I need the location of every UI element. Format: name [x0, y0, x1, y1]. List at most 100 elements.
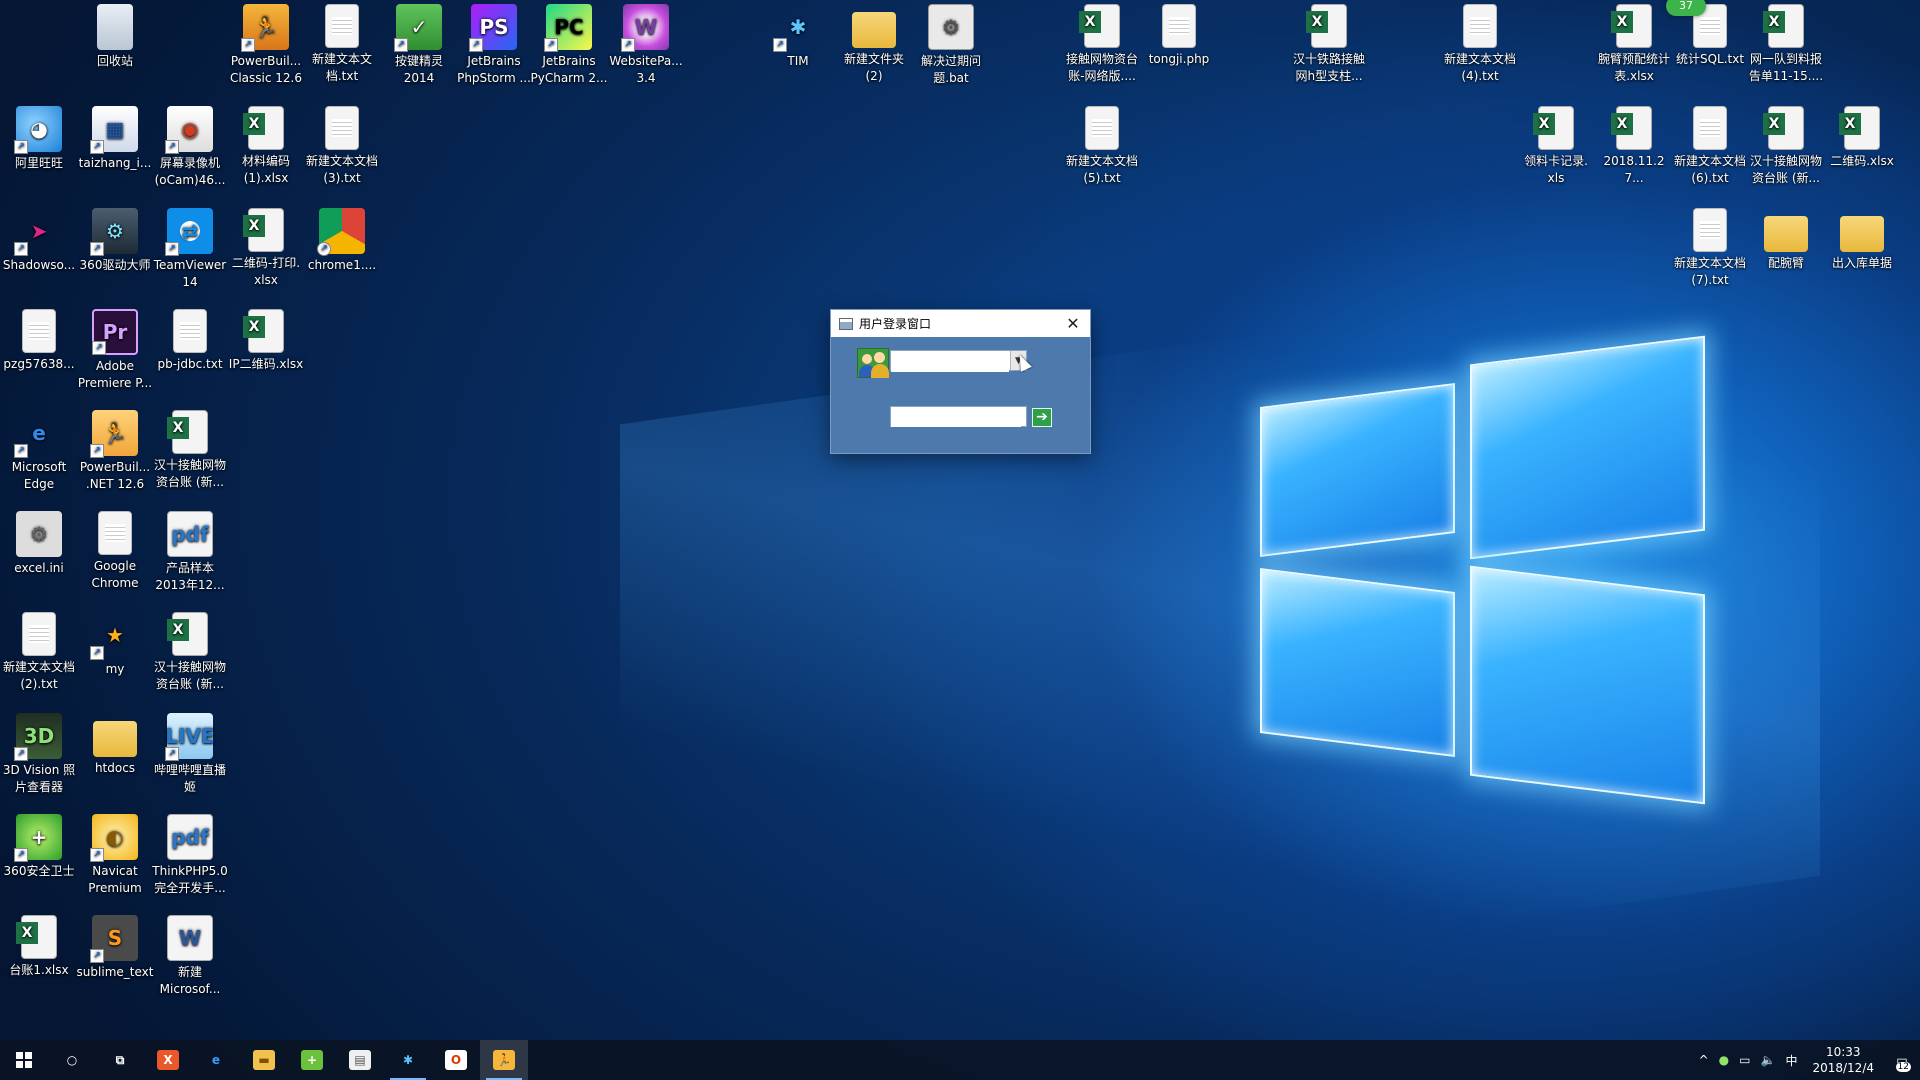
folder-icon [852, 12, 896, 48]
desktop-icon[interactable]: ⚙ excel.ini [0, 511, 78, 577]
desktop-icon[interactable]: ◕ 阿里旺旺 [0, 106, 78, 172]
desktop-icon[interactable]: 🏃PowerBuil... Classic 12.6 [227, 4, 305, 87]
desktop-icon[interactable]: 台账1.xlsx [0, 915, 78, 979]
desktop-icon[interactable]: 回收站 [76, 4, 154, 70]
close-icon[interactable]: ✕ [1056, 310, 1090, 337]
desktop-icon[interactable]: 腕臂预配统计 表.xlsx [1595, 4, 1673, 85]
desktop-icon[interactable]: 接触网物资台 账-网络版.... [1063, 4, 1141, 85]
desktop-icon[interactable]: PCJetBrains PyCharm 2... [530, 4, 608, 87]
desktop-icon[interactable]: ▦ taizhang_i... [76, 106, 154, 172]
desktop-icon[interactable]: IP二维码.xlsx [227, 309, 305, 373]
desktop-icon[interactable]: pdf ThinkPHP5.0 完全开发手... [151, 814, 229, 897]
username-input[interactable] [891, 352, 1009, 372]
text-file-icon [1085, 106, 1119, 150]
taskbar-search-button[interactable]: ○ [48, 1040, 96, 1080]
desktop-icon[interactable]: pb-jdbc.txt [151, 309, 229, 373]
start-button[interactable] [0, 1040, 48, 1080]
desktop-icon[interactable]: htdocs [76, 713, 154, 777]
desktop-icon[interactable]: ⚙ 360驱动大师 [76, 208, 154, 274]
desktop-icon[interactable]: W 新建 Microsof... [151, 915, 229, 998]
desktop-icon[interactable]: ➤ Shadowso... [0, 208, 78, 274]
desktop-icon[interactable]: 新建文本文档 (6).txt [1671, 106, 1749, 187]
tray-360-icon[interactable]: ● [1719, 1053, 1729, 1067]
wallpaper-pane [1260, 383, 1455, 557]
desktop-icon[interactable]: ✓按键精灵 2014 [380, 4, 458, 87]
taskbar-task-view-button[interactable]: ⧉ [96, 1040, 144, 1080]
tray-chevron-icon[interactable]: ^ [1699, 1053, 1709, 1067]
desktop-icon[interactable]: ◉屏幕录像机 (oCam)46... [151, 106, 229, 189]
desktop-icon[interactable]: ✱ TIM [759, 4, 837, 70]
desktop-icon[interactable]: 汉十接触网物 资台账 (新... [151, 410, 229, 491]
desktop-icon[interactable]: ⇄TeamViewer 14 [151, 208, 229, 291]
password-input[interactable] [891, 408, 1021, 427]
input-method-indicator[interactable]: 中 [1785, 1052, 1797, 1069]
desktop-icon-label: 回收站 [96, 54, 133, 68]
action-center-button[interactable]: ▭ 12 [1884, 1053, 1920, 1072]
username-combobox[interactable]: ▼ [890, 350, 1027, 372]
login-button[interactable]: ➔ [1032, 408, 1052, 427]
dialog-titlebar[interactable]: 用户登录窗口 ✕ [831, 310, 1090, 337]
taskbar-app-office[interactable]: O [432, 1040, 480, 1080]
network-icon[interactable]: ▭ [1739, 1053, 1750, 1067]
desktop-icon[interactable]: 新建文本文 档.txt [303, 4, 381, 85]
desktop-icon-label: 汉十接触网物 资台账 (新... [153, 458, 226, 489]
desktop-icon[interactable]: +360安全卫士 [0, 814, 78, 880]
desktop-icon[interactable]: WWebsitePa... 3.4 [607, 4, 685, 87]
taskbar-app-powerbuilder[interactable]: 🏃 [480, 1040, 528, 1080]
login-dialog: 用户登录窗口 ✕ ▼ ➔ [830, 309, 1091, 454]
desktop-icon[interactable]: 汉十铁路接触 网h型支柱... [1290, 4, 1368, 85]
desktop-icon[interactable]: 🏃PowerBuil... .NET 12.6 [76, 410, 154, 493]
desktop-icon[interactable]: 材料编码 (1).xlsx [227, 106, 305, 187]
bilibili-live-icon: LIVE [165, 713, 215, 761]
desktop-icon[interactable]: 汉十接触网物 资台账 (新... [1747, 106, 1825, 187]
desktop-icon[interactable]: ⚙ 解决过期问 题.bat [912, 4, 990, 87]
desktop-icon[interactable]: 新建文本文档 (4).txt [1441, 4, 1519, 85]
desktop-icon[interactable]: 汉十接触网物 资台账 (新... [151, 612, 229, 693]
desktop-icon[interactable]: 新建文本文档 (7).txt [1671, 208, 1749, 289]
desktop-icon[interactable]: 新建文本文档 (2).txt [0, 612, 78, 693]
desktop-icon-label: 汉十接触网物 资台账 (新... [153, 660, 226, 691]
clock[interactable]: 10:33 2018/12/4 [1812, 1044, 1874, 1076]
desktop-icon[interactable]: 2018.11.27... [1595, 106, 1673, 187]
desktop-icon[interactable]: chrome1.... [303, 208, 381, 274]
desktop-icon[interactable]: 新建文本文档 (5).txt [1063, 106, 1141, 187]
desktop-icon[interactable]: eMicrosoft Edge [0, 410, 78, 493]
desktop-icon[interactable]: ◐Navicat Premium [76, 814, 154, 897]
taskbar-app-tim[interactable]: ✱ [384, 1040, 432, 1080]
desktop-icon-label: PowerBuil... Classic 12.6 [229, 54, 303, 85]
desktop-icon[interactable]: pzg57638... [0, 309, 78, 373]
desktop-icon[interactable]: 二维码-打印. xlsx [227, 208, 305, 289]
taskbar-app-edge[interactable]: e [192, 1040, 240, 1080]
desktop-icon-label: 材料编码 (1).xlsx [241, 154, 290, 185]
desktop-icon-label: 二维码.xlsx [1830, 154, 1894, 168]
desktop-icon[interactable]: LIVE哔哩哔哩直播 姬 [151, 713, 229, 796]
desktop-icon[interactable]: ★ my [76, 612, 154, 678]
desktop-icon[interactable]: Ssublime_text [76, 915, 154, 981]
taskbar-app-notepad[interactable]: ▤ [336, 1040, 384, 1080]
desktop-icon[interactable]: 3D3D Vision 照 片查看器 [0, 713, 78, 796]
taskbar-app-360[interactable]: + [288, 1040, 336, 1080]
wallpaper-pane [1260, 568, 1455, 757]
desktop-icon[interactable]: Pr Adobe Premiere P... [76, 309, 154, 392]
desktop-icon-label: 新建 Microsof... [159, 965, 221, 996]
desktop-icon[interactable]: 配腕臂 [1747, 208, 1825, 272]
taskbar-app-xmind[interactable]: X [144, 1040, 192, 1080]
desktop-icon[interactable]: 新建文件夹 (2) [835, 4, 913, 85]
desktop-icon-label: 新建文本文档 (7).txt [1673, 256, 1746, 287]
desktop-icon[interactable]: pdf 产品样本 2013年12... [151, 511, 229, 594]
desktop-icon-label: Navicat Premium [88, 864, 142, 895]
desktop-icon[interactable]: 新建文本文档 (3).txt [303, 106, 381, 187]
desktop-icon[interactable]: 出入库单据 [1823, 208, 1901, 272]
desktop-icon[interactable]: 领料卡记录. xls [1517, 106, 1595, 187]
excel-file-icon [1839, 106, 1880, 150]
desktop-icon[interactable]: tongji.php [1140, 4, 1218, 68]
taskbar: ○ ⧉ Xe ▬ + ▤ ✱ O 🏃 ^ ● ▭ 🔈 中 10:33 2018/12/4 ▭ 1… [0, 1040, 1920, 1080]
powerbuilder-icon: 🏃 [241, 4, 289, 52]
desktop-icon[interactable]: 网一队到料报 告单11-15.... [1747, 4, 1825, 85]
desktop-icon[interactable]: PSJetBrains PhpStorm ... [455, 4, 533, 87]
desktop-icon[interactable]: 二维码.xlsx [1823, 106, 1901, 170]
taskbar-app-file-explorer[interactable]: ▬ [240, 1040, 288, 1080]
volume-icon[interactable]: 🔈 [1761, 1053, 1776, 1067]
password-field[interactable] [890, 406, 1027, 427]
desktop-icon[interactable]: Google Chrome [76, 511, 154, 592]
